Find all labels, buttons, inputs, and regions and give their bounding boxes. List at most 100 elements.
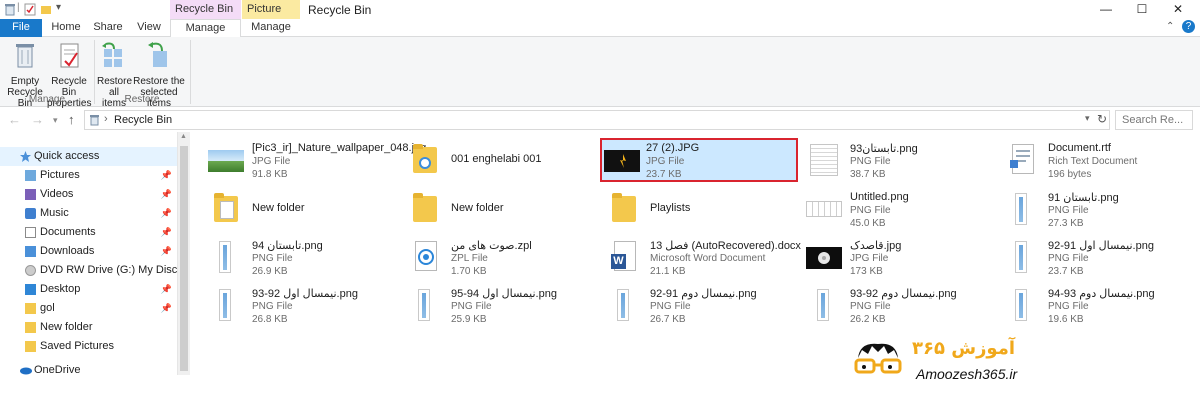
pin-icon[interactable]: 📌 xyxy=(161,166,172,185)
tab-file[interactable]: File xyxy=(0,19,42,37)
png-strip-icon xyxy=(407,289,443,321)
nav-item-label: Downloads xyxy=(40,245,95,257)
folder-icon xyxy=(25,341,36,352)
file-item[interactable]: نیمسال دوم 93-94.png PNG File 19.6 KB xyxy=(990,283,1188,327)
nav-item-documents[interactable]: Documents 📌 xyxy=(0,223,176,242)
file-item[interactable]: نیمسال اول 94-95.png PNG File 25.9 KB xyxy=(393,283,591,327)
pin-icon[interactable]: 📌 xyxy=(161,185,172,204)
file-name: Document.rtf xyxy=(1048,142,1111,154)
file-item[interactable]: نیمسال دوم 91-92.png PNG File 26.7 KB xyxy=(592,283,790,327)
pin-icon[interactable]: 📌 xyxy=(161,299,172,318)
rtf-document-icon xyxy=(1004,144,1040,176)
breadcrumb-recycle-bin[interactable]: Recycle Bin xyxy=(114,114,172,126)
file-item[interactable]: تابستان 91.png PNG File 27.3 KB xyxy=(990,187,1188,231)
nav-item-dvd-drive[interactable]: DVD RW Drive (G:) My Disc xyxy=(0,261,177,280)
close-button[interactable]: ✕ xyxy=(1160,0,1196,19)
file-item[interactable]: New folder xyxy=(194,187,392,231)
search-input[interactable]: Search Re... xyxy=(1115,110,1193,130)
minimize-ribbon-icon[interactable]: ⌃ xyxy=(1166,21,1174,32)
recycle-bin-location-icon xyxy=(90,115,99,126)
properties-qat-icon[interactable] xyxy=(24,3,36,16)
logo-persian-text: آموزش ۳۶۵ xyxy=(912,338,1016,359)
file-type: Rich Text Document xyxy=(1048,156,1138,167)
tab-manage-recycle[interactable]: Manage xyxy=(170,19,241,38)
file-item[interactable]: صوت های من.zpl ZPL File 1.70 KB xyxy=(393,235,591,279)
help-icon[interactable]: ? xyxy=(1182,20,1195,33)
file-item-selected[interactable]: 27 (2).JPG JPG File 23.7 KB xyxy=(600,138,798,182)
file-item[interactable]: Playlists xyxy=(592,187,790,231)
back-arrow-icon[interactable]: ← xyxy=(8,112,21,127)
nav-item-saved-pictures[interactable]: Saved Pictures xyxy=(0,337,176,356)
scroll-up-icon[interactable]: ▲ xyxy=(180,133,187,140)
file-item[interactable]: New folder xyxy=(393,187,591,231)
forward-arrow-icon[interactable]: → xyxy=(31,112,44,127)
tab-view[interactable]: View xyxy=(130,19,168,37)
tab-home[interactable]: Home xyxy=(46,19,86,37)
file-item[interactable]: نیمسال اول 92-93.png PNG File 26.8 KB xyxy=(194,283,392,327)
file-name: تابستان 94.png xyxy=(252,240,323,252)
nav-item-label: Music xyxy=(40,207,69,219)
file-name: نیمسال دوم 93-94.png xyxy=(1048,288,1155,300)
title-bar: | ▾ Recycle Bin Tools Picture Tools Recy… xyxy=(0,0,1200,34)
pin-icon[interactable]: 📌 xyxy=(161,204,172,223)
file-size: 196 bytes xyxy=(1048,169,1092,180)
file-name: New folder xyxy=(252,202,305,214)
pin-icon[interactable]: 📌 xyxy=(161,223,172,242)
nav-item-desktop[interactable]: Desktop 📌 xyxy=(0,280,176,299)
file-size: 26.8 KB xyxy=(252,314,288,325)
file-item[interactable]: 001 enghelabi 001 xyxy=(393,138,591,182)
properties-icon xyxy=(60,43,79,68)
restore-group-label: Restore xyxy=(124,94,160,105)
nav-item-label: Videos xyxy=(40,188,74,200)
nav-item-gol[interactable]: gol 📌 xyxy=(0,299,176,318)
file-item[interactable]: نیمسال دوم 92-93.png PNG File 26.2 KB xyxy=(792,283,990,327)
restore-all-icon xyxy=(102,42,122,67)
pin-icon[interactable]: 📌 xyxy=(161,242,172,261)
new-folder-qat-icon[interactable] xyxy=(40,3,52,16)
nav-item-label: gol xyxy=(40,302,55,314)
nav-item-label: Desktop xyxy=(40,283,81,295)
file-size: 1.70 KB xyxy=(451,266,487,277)
nav-quick-access[interactable]: Quick access xyxy=(0,147,177,166)
address-bar[interactable]: › Recycle Bin ▾ ↻ xyxy=(84,110,1110,130)
nav-onedrive[interactable]: OneDrive xyxy=(0,361,176,380)
tab-manage-picture[interactable]: Manage xyxy=(242,19,300,37)
file-item[interactable]: تابستان93.png PNG File 38.7 KB xyxy=(792,138,990,182)
file-item[interactable]: نیمسال اول 91-92.png PNG File 23.7 KB xyxy=(990,235,1188,279)
file-item[interactable]: تابستان 94.png PNG File 26.9 KB xyxy=(194,235,392,279)
qat-dropdown-icon[interactable]: ▾ xyxy=(56,2,61,13)
tab-share[interactable]: Share xyxy=(88,19,128,37)
nav-item-pictures[interactable]: Pictures 📌 xyxy=(0,166,176,185)
ribbon-group-divider xyxy=(190,40,191,104)
glasses-mascot-icon xyxy=(854,343,902,374)
minimize-button[interactable]: — xyxy=(1088,0,1124,19)
up-arrow-icon[interactable]: ↑ xyxy=(68,112,75,127)
file-item[interactable]: قاصدک.jpg JPG File 173 KB xyxy=(792,235,990,279)
file-type: PNG File xyxy=(850,205,891,216)
nav-scrollbar[interactable]: ▲ xyxy=(177,132,190,375)
refresh-icon[interactable]: ↻ xyxy=(1097,112,1107,126)
pin-icon[interactable]: 📌 xyxy=(161,280,172,299)
recycle-bin-tools-context: Recycle Bin Tools xyxy=(170,0,241,34)
jpg-thumbnail-icon xyxy=(208,144,244,176)
nav-item-new-folder[interactable]: New folder xyxy=(0,318,176,337)
file-name: نیمسال دوم 92-93.png xyxy=(850,288,957,300)
file-item[interactable]: W فصل 13 (AutoRecovered).docx Microsoft … xyxy=(592,235,801,279)
address-dropdown-icon[interactable]: ▾ xyxy=(1085,113,1090,124)
recent-locations-icon[interactable]: ▾ xyxy=(53,115,58,126)
maximize-button[interactable]: ☐ xyxy=(1124,0,1160,19)
file-item[interactable]: [Pic3_ir]_Nature_wallpaper_048.jpg JPG F… xyxy=(194,138,426,182)
file-size: 23.7 KB xyxy=(646,169,682,180)
nav-item-music[interactable]: Music 📌 xyxy=(0,204,176,223)
manage-group-label: Manage xyxy=(28,94,66,105)
word-document-icon: W xyxy=(606,241,642,273)
file-type: PNG File xyxy=(252,301,293,312)
breadcrumb-separator-icon[interactable]: › xyxy=(104,113,108,125)
png-thumbnail-icon xyxy=(806,193,842,225)
file-item[interactable]: Untitled.png PNG File 45.0 KB xyxy=(792,187,990,231)
scroll-thumb[interactable] xyxy=(180,146,188,371)
file-type: JPG File xyxy=(850,253,889,264)
nav-item-downloads[interactable]: Downloads 📌 xyxy=(0,242,176,261)
file-item[interactable]: Document.rtf Rich Text Document 196 byte… xyxy=(990,138,1188,182)
nav-item-videos[interactable]: Videos 📌 xyxy=(0,185,176,204)
